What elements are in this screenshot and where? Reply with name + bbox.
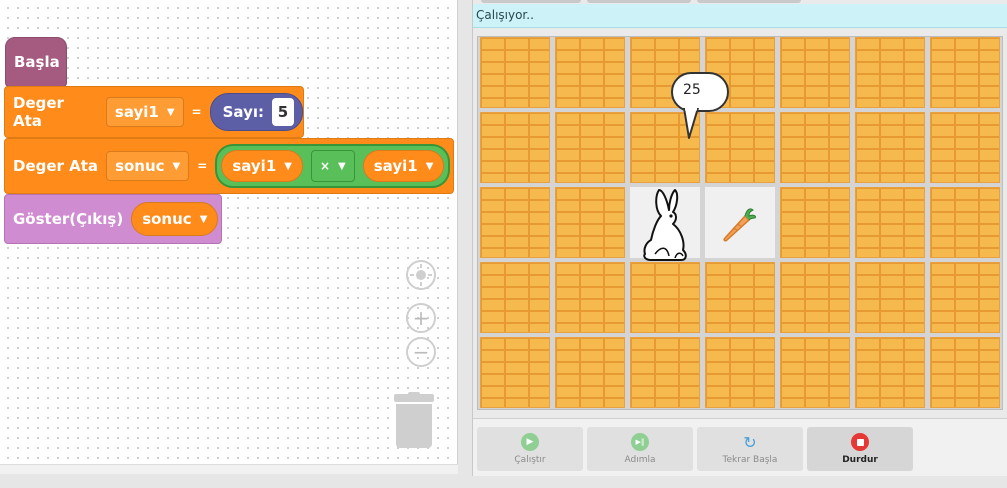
- rabbit-icon: [643, 189, 687, 261]
- stage-cell: [930, 37, 1000, 108]
- stop-icon: [851, 433, 869, 451]
- zoom-in-icon[interactable]: +: [406, 303, 436, 333]
- variable-name: sonuc: [115, 157, 165, 175]
- center-icon[interactable]: [406, 260, 436, 290]
- step-icon: ▶‖: [631, 433, 649, 451]
- stage-cell: [705, 112, 775, 183]
- workspace-scrollbar[interactable]: [0, 464, 458, 474]
- show-output-label: Göster(Çıkış): [13, 210, 124, 228]
- operator-symbol: ×: [319, 159, 331, 173]
- stage-panel: Çalışıyor.. 25 ▶ Çalıştır ▶‖ Adımla ↻ Te…: [472, 0, 1007, 476]
- stage-cell: [780, 337, 850, 408]
- stage-cell: [930, 337, 1000, 408]
- stage-cell: [780, 37, 850, 108]
- operand-dropdown-left[interactable]: sayi1 ▼: [221, 150, 303, 182]
- set-value-label: Deger Ata: [13, 157, 99, 175]
- multiply-block[interactable]: sayi1 ▼ × ▼ sayi1 ▼: [215, 144, 451, 188]
- chevron-down-icon: ▼: [284, 160, 292, 172]
- play-icon: ▶: [521, 433, 539, 451]
- chevron-down-icon: ▼: [338, 160, 346, 172]
- variable-dropdown-sonuc[interactable]: sonuc ▼: [106, 151, 190, 181]
- stage-cell: [630, 262, 700, 333]
- speech-bubble: 25: [671, 72, 729, 112]
- stop-button[interactable]: Durdur: [807, 427, 913, 471]
- step-label: Adımla: [624, 455, 656, 465]
- start-block-label: Başla: [14, 53, 60, 71]
- restart-button[interactable]: ↻ Tekrar Başla: [697, 427, 803, 471]
- restart-label: Tekrar Başla: [722, 455, 778, 465]
- carrot-icon: [723, 208, 756, 242]
- set-value-label: Deger Ata: [13, 94, 64, 130]
- variable-name: sonuc: [142, 210, 192, 228]
- stage-cell: [705, 262, 775, 333]
- number-label: Sayı:: [222, 103, 264, 121]
- stage-cell: [855, 337, 925, 408]
- tab-stub[interactable]: [481, 0, 581, 3]
- stop-label: Durdur: [842, 455, 878, 465]
- chevron-down-icon: ▼: [425, 160, 434, 172]
- status-bar: Çalışıyor..: [473, 4, 1007, 28]
- stage-cell: [780, 112, 850, 183]
- tab-stub[interactable]: [697, 0, 801, 3]
- run-button[interactable]: ▶ Çalıştır: [477, 427, 583, 471]
- stage-cell: [930, 112, 1000, 183]
- stage-cell: [780, 187, 850, 258]
- stage-cell: [855, 187, 925, 258]
- run-label: Çalıştır: [514, 455, 546, 465]
- equals-sign: =: [191, 105, 202, 119]
- stage-cell: [705, 337, 775, 408]
- zoom-out-icon[interactable]: −: [406, 337, 436, 367]
- stage-cell: [480, 37, 550, 108]
- tab-stub[interactable]: [587, 0, 691, 3]
- stage-cell: [555, 187, 625, 258]
- step-button[interactable]: ▶‖ Adımla: [587, 427, 693, 471]
- stage-cell: [480, 112, 550, 183]
- stage-cell: [555, 37, 625, 108]
- equals-sign: =: [197, 159, 208, 173]
- operand-name: sayi1: [373, 157, 418, 175]
- trash-icon[interactable]: [394, 392, 434, 448]
- stage-cell: [855, 37, 925, 108]
- stage-cell: [855, 112, 925, 183]
- stage-cell: [480, 337, 550, 408]
- restart-icon: ↻: [743, 432, 757, 452]
- variable-dropdown-sayi1[interactable]: sayi1 ▼: [105, 97, 184, 127]
- blocks-workspace[interactable]: Başla Deger Ata sayi1 ▼ = Sayı: 5 Deger …: [0, 0, 458, 474]
- stage-cell: [630, 337, 700, 408]
- stage-cell: [855, 262, 925, 333]
- stage-cell: [555, 262, 625, 333]
- number-input[interactable]: 5: [272, 98, 294, 126]
- chevron-down-icon: ▼: [166, 106, 175, 118]
- stage-cell: [780, 262, 850, 333]
- set-value-block-1[interactable]: Deger Ata sayi1 ▼ = Sayı: 5: [4, 86, 304, 138]
- operand-name: sayi1: [232, 157, 277, 175]
- variable-name: sayi1: [114, 103, 159, 121]
- show-output-block[interactable]: Göster(Çıkış) sonuc ▼: [4, 194, 222, 244]
- operand-dropdown-right[interactable]: sayi1 ▼: [362, 150, 445, 182]
- speech-bubble-tail: [683, 108, 699, 139]
- stage-cell: [480, 187, 550, 258]
- stage-cell: [480, 262, 550, 333]
- stage-cell: [555, 337, 625, 408]
- stage-cell: [930, 187, 1000, 258]
- set-value-block-2[interactable]: Deger Ata sonuc ▼ = sayi1 ▼ × ▼ sayi1 ▼: [4, 138, 454, 194]
- variable-dropdown-sonuc-output[interactable]: sonuc ▼: [131, 202, 219, 236]
- chevron-down-icon: ▼: [172, 160, 181, 172]
- control-bar: ▶ Çalıştır ▶‖ Adımla ↻ Tekrar Başla Durd…: [473, 418, 1007, 476]
- chevron-down-icon: ▼: [199, 213, 208, 225]
- stage-cell: [555, 112, 625, 183]
- operator-dropdown[interactable]: × ▼: [310, 150, 355, 182]
- stage-cell: [930, 262, 1000, 333]
- start-block[interactable]: Başla: [5, 37, 67, 87]
- number-block[interactable]: Sayı: 5: [209, 93, 303, 131]
